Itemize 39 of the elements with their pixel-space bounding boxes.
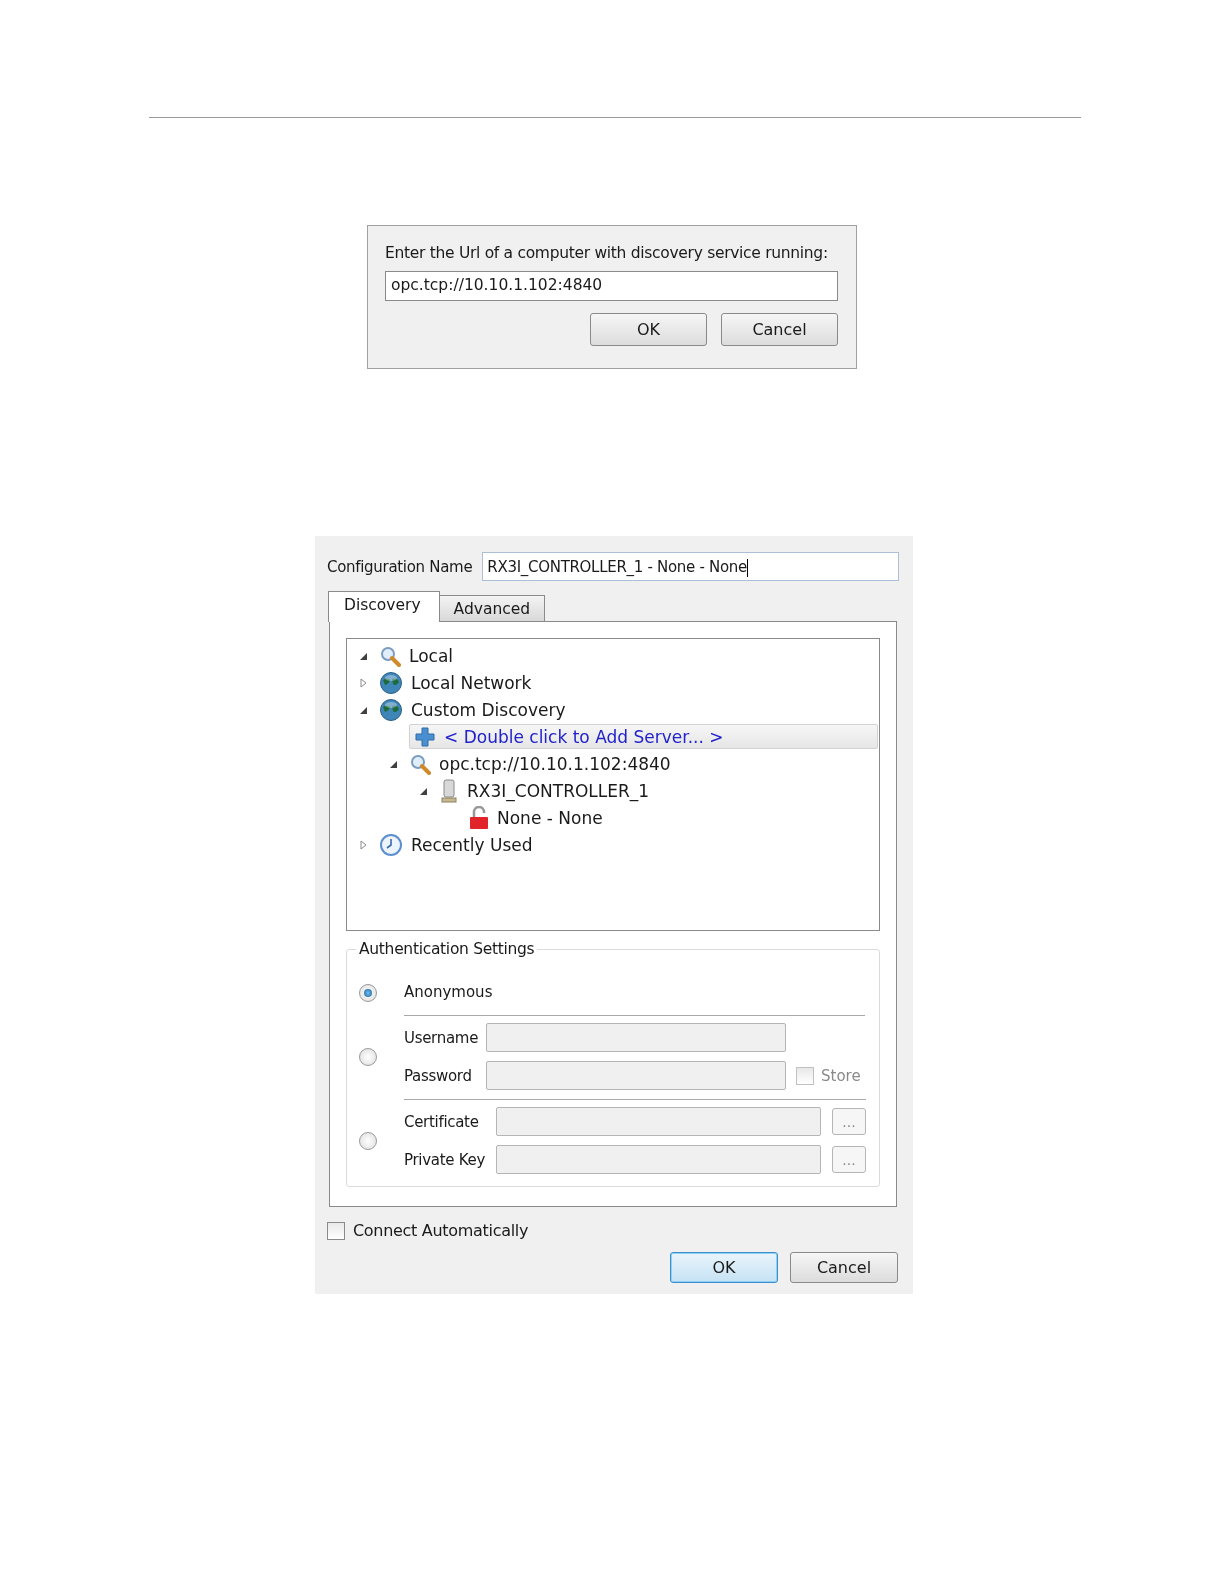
dialog-button[interactable]: OK (590, 313, 707, 346)
add-server-link[interactable]: < Double click to Add Server... > (444, 726, 724, 747)
field-label: Username (404, 1028, 480, 1047)
dialog-prompt: Enter the Url of a computer with discovery service running: (385, 244, 829, 262)
group-title: Authentication Settings (356, 940, 538, 958)
tree-item-label[interactable]: Local Network (411, 672, 532, 693)
tab[interactable]: Advanced (438, 595, 546, 621)
field-label: Password (404, 1066, 473, 1085)
checkbox[interactable] (327, 1221, 345, 1240)
lock-icon (469, 805, 489, 830)
tab[interactable]: Discovery (328, 591, 440, 622)
tree-item-label[interactable]: Recently Used (411, 834, 533, 855)
tree-item-label[interactable]: Local (409, 645, 454, 666)
radio-button[interactable] (359, 983, 377, 1002)
magnifier-icon (409, 752, 431, 775)
tree-item-label[interactable]: opc.tcp://10.10.1.102:4840 (439, 753, 671, 774)
globe-icon (379, 670, 403, 695)
checkbox-label: Connect Automatically (353, 1221, 529, 1240)
server-icon (439, 778, 459, 803)
configuration-name-field[interactable]: RX3I_CONTROLLER_1 - None - None (482, 552, 899, 581)
radio-button[interactable] (359, 1048, 377, 1066)
magnifier-icon (379, 644, 401, 667)
dialog-button[interactable]: Cancel (790, 1252, 898, 1283)
field-label: Certificate (404, 1112, 480, 1131)
selected-tree-row[interactable]: < Double click to Add Server... > (409, 724, 878, 749)
field-label: Private Key (404, 1150, 486, 1169)
dialog-button[interactable]: Cancel (721, 313, 838, 346)
clock-icon (379, 832, 403, 857)
tree-item-label[interactable]: Custom Discovery (411, 699, 566, 720)
dialog-button[interactable]: OK (670, 1252, 778, 1283)
field-label: Configuration Name (327, 557, 473, 576)
globe-icon (379, 697, 403, 722)
tree-item-label[interactable]: None - None (497, 807, 603, 828)
plus-icon (414, 725, 436, 748)
radio-button[interactable] (359, 1132, 377, 1150)
url-field[interactable]: opc.tcp://10.10.1.102:4840 (385, 271, 838, 301)
checkbox-label: Store (821, 1066, 861, 1085)
option-label: Anonymous (404, 982, 493, 1001)
tree-item-label[interactable]: RX3I_CONTROLLER_1 (467, 780, 650, 801)
